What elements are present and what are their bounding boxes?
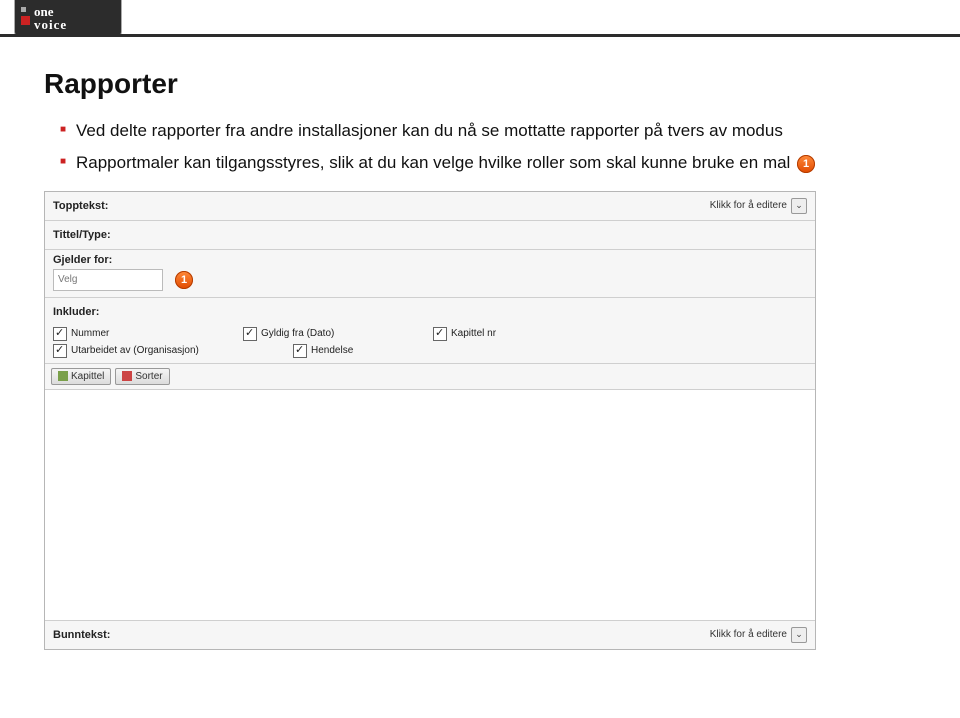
annotation-badge: 1 xyxy=(175,271,193,289)
button-label: Sorter xyxy=(135,371,162,382)
form-panel: Topptekst: Klikk for å editere ⌄ Tittel/… xyxy=(44,191,816,650)
brand-logo: one voice xyxy=(14,0,122,37)
button-label: Kapittel xyxy=(71,371,104,382)
annotation-badge: 1 xyxy=(797,155,815,173)
topptekst-row: Topptekst: Klikk for å editere ⌄ xyxy=(45,192,815,221)
panel-body-blank xyxy=(45,390,815,621)
gjelder-label: Gjelder for: xyxy=(53,254,807,266)
gjelder-row: Gjelder for: Velg 1 xyxy=(45,250,815,298)
chevron-down-icon: ⌄ xyxy=(791,198,807,214)
sort-icon xyxy=(122,371,132,381)
gjelder-select[interactable]: Velg xyxy=(53,269,163,291)
toolbar-row: Kapittel Sorter xyxy=(45,364,815,390)
check-kapittelnr[interactable]: Kapittel nr xyxy=(433,327,573,341)
inkluder-label: Inkluder: xyxy=(53,306,99,318)
checkbox-icon xyxy=(243,327,257,341)
tittel-row: Tittel/Type: xyxy=(45,221,815,250)
check-label: Utarbeidet av (Organisasjon) xyxy=(71,345,199,356)
header-bar: one voice xyxy=(0,0,960,38)
checkbox-icon xyxy=(53,327,67,341)
inkluder-header: Inkluder: xyxy=(45,298,815,322)
bullet-text: Ved delte rapporter fra andre installasj… xyxy=(76,121,783,140)
check-hendelse[interactable]: Hendelse xyxy=(293,344,433,358)
chevron-down-icon: ⌄ xyxy=(791,627,807,643)
topptekst-label: Topptekst: xyxy=(53,200,108,212)
check-utarb[interactable]: Utarbeidet av (Organisasjon) xyxy=(53,344,243,358)
inkluder-checks: Nummer Gyldig fra (Dato) Kapittel nr Uta… xyxy=(45,322,815,364)
sorter-button[interactable]: Sorter xyxy=(115,368,169,385)
checkbox-icon xyxy=(53,344,67,358)
select-value: Velg xyxy=(58,274,77,285)
check-gyldig[interactable]: Gyldig fra (Dato) xyxy=(243,327,383,341)
bunntekst-row: Bunntekst: Klikk for å editere ⌄ xyxy=(45,621,815,649)
page-icon xyxy=(58,371,68,381)
edit-toggle[interactable]: Klikk for å editere ⌄ xyxy=(710,198,807,214)
check-nummer[interactable]: Nummer xyxy=(53,327,193,341)
check-label: Nummer xyxy=(71,328,109,339)
edit-label: Klikk for å editere xyxy=(710,200,787,211)
checkbox-icon xyxy=(433,327,447,341)
bullet-text: Rapportmaler kan tilgangsstyres, slik at… xyxy=(76,153,790,172)
slide-content: Rapporter Ved delte rapporter fra andre … xyxy=(0,38,960,650)
tittel-label: Tittel/Type: xyxy=(53,229,111,241)
check-label: Hendelse xyxy=(311,345,353,356)
bullet-list: Ved delte rapporter fra andre installasj… xyxy=(44,118,916,177)
checkbox-icon xyxy=(293,344,307,358)
kapittel-button[interactable]: Kapittel xyxy=(51,368,111,385)
logo-text-lower: voice xyxy=(34,17,67,32)
header-divider xyxy=(0,34,960,37)
edit-toggle[interactable]: Klikk for å editere ⌄ xyxy=(710,627,807,643)
edit-label: Klikk for å editere xyxy=(710,629,787,640)
bunntekst-label: Bunntekst: xyxy=(53,629,110,641)
page-title: Rapporter xyxy=(44,68,916,100)
bullet-item: Rapportmaler kan tilgangsstyres, slik at… xyxy=(60,150,916,176)
check-label: Gyldig fra (Dato) xyxy=(261,328,334,339)
check-label: Kapittel nr xyxy=(451,328,496,339)
bullet-item: Ved delte rapporter fra andre installasj… xyxy=(60,118,916,144)
